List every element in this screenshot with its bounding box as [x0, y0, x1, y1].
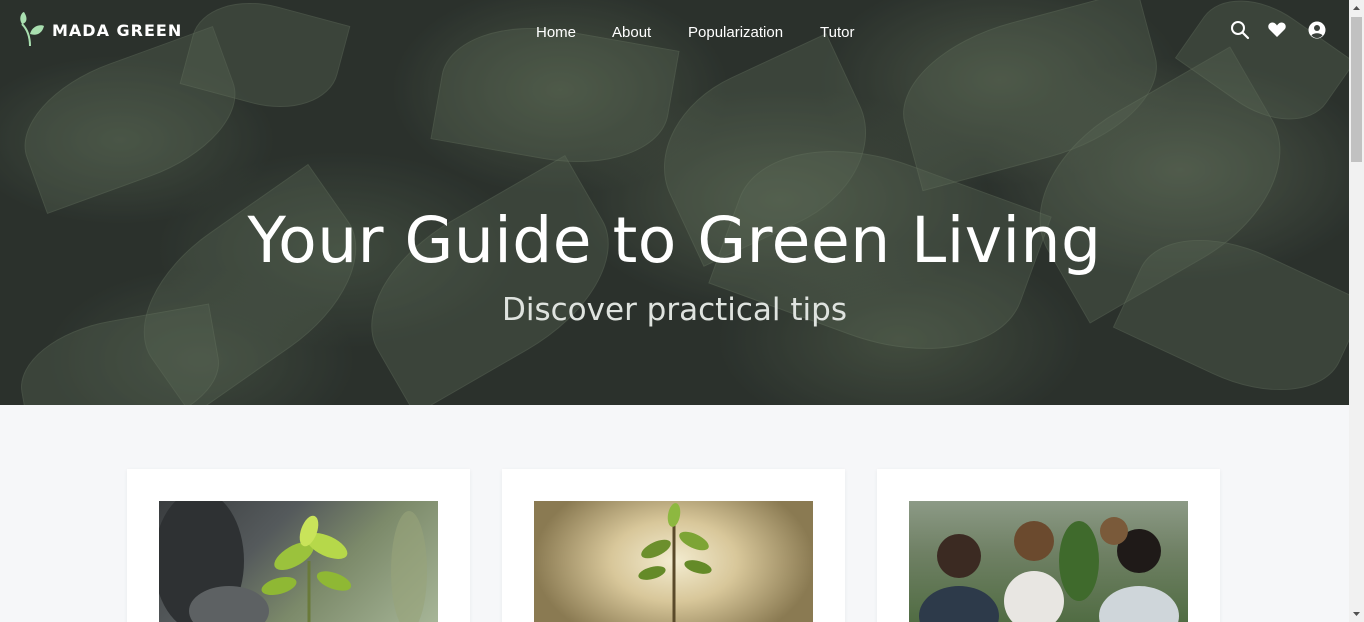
nav-link-popularization[interactable]: Popularization: [688, 24, 783, 41]
brand-logo[interactable]: MADA GREEN: [18, 12, 182, 48]
brand-name: MADA GREEN: [52, 20, 183, 40]
group-gardening-image: [909, 501, 1188, 622]
heart-icon[interactable]: [1267, 20, 1287, 40]
user-circle-icon[interactable]: [1307, 20, 1327, 40]
scroll-up-arrow-icon[interactable]: [1352, 4, 1361, 13]
hero-title: Your Guide to Green Living: [247, 204, 1102, 277]
leaf-icon: [18, 12, 46, 48]
card-planting[interactable]: [127, 469, 470, 622]
nav-link-home[interactable]: Home: [536, 24, 576, 41]
hero-section: MADA GREEN Home About Popularization Tut…: [0, 0, 1349, 405]
planting-seedling-gloves-image: [159, 501, 438, 622]
sapling-in-light-image: [534, 501, 813, 622]
scrollbar-thumb[interactable]: [1351, 17, 1362, 162]
nav-link-about[interactable]: About: [612, 24, 651, 41]
top-navbar: MADA GREEN Home About Popularization Tut…: [0, 2, 1349, 62]
page-scrollbar[interactable]: [1349, 0, 1364, 622]
card-community[interactable]: [877, 469, 1220, 622]
hero-subtitle: Discover practical tips: [502, 292, 847, 328]
search-icon[interactable]: [1230, 20, 1250, 40]
nav-link-tutor[interactable]: Tutor: [820, 24, 854, 41]
scroll-down-arrow-icon[interactable]: [1352, 609, 1361, 618]
card-sapling[interactable]: [502, 469, 845, 622]
